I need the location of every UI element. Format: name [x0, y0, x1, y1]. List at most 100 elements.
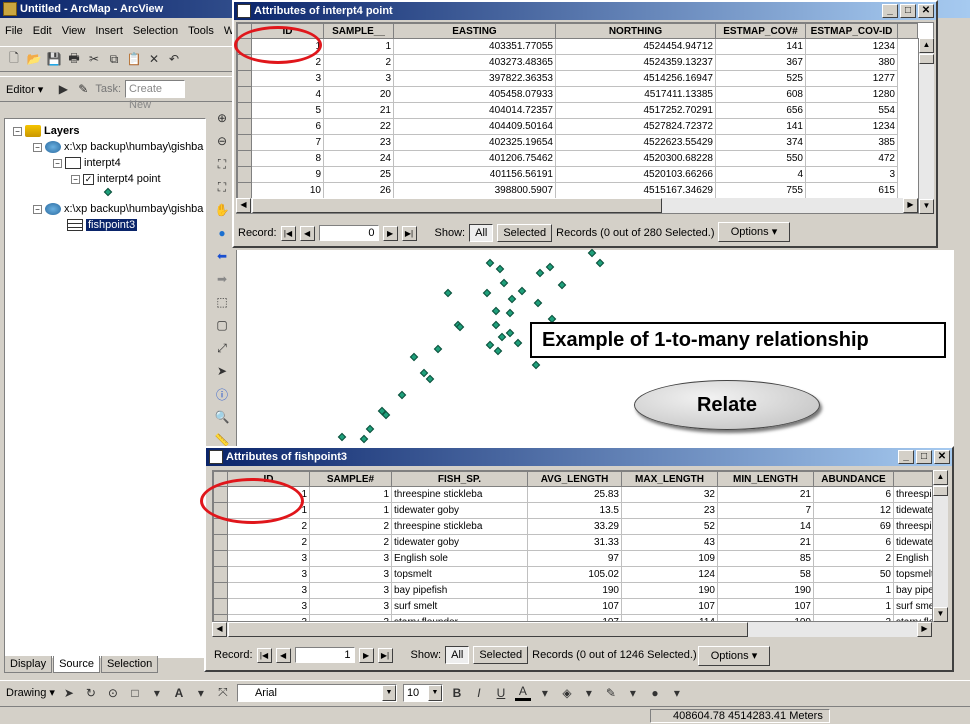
table-cell[interactable]: 1277 — [805, 70, 898, 87]
row-selector[interactable] — [237, 150, 252, 167]
table-cell[interactable]: 397822.36353 — [393, 70, 556, 87]
table-cell[interactable]: 3 — [309, 614, 392, 621]
table-cell[interactable]: 3 — [227, 598, 310, 615]
table-cell[interactable]: 656 — [715, 102, 806, 119]
dropdown-arrow-icon[interactable]: ▾ — [581, 685, 597, 701]
column-header[interactable]: ESTMAP_COV-ID — [805, 23, 898, 39]
scroll-thumb[interactable] — [228, 622, 748, 637]
full-extent-icon[interactable]: ● — [214, 225, 230, 241]
table-cell[interactable]: 141 — [715, 38, 806, 55]
collapse-icon[interactable]: − — [13, 126, 22, 136]
zoom-out-icon[interactable]: ⊖ — [214, 133, 230, 149]
bold-icon[interactable]: B — [449, 685, 465, 701]
editor-menu[interactable]: Editor ▾ — [6, 83, 51, 96]
menu-view[interactable]: View — [57, 22, 91, 42]
table-cell[interactable]: 2 — [309, 518, 392, 535]
record-number-input[interactable]: 0 — [318, 225, 379, 241]
row-selector[interactable] — [237, 134, 252, 151]
table-cell[interactable]: 23 — [323, 134, 394, 151]
row-selector[interactable] — [213, 598, 228, 615]
row-selector[interactable] — [213, 566, 228, 583]
table-cell[interactable]: 12 — [813, 502, 894, 519]
scroll-up-icon[interactable]: ▲ — [933, 470, 948, 485]
dropdown-arrow-icon[interactable]: ▼ — [427, 684, 442, 701]
table-row[interactable]: 1 1 tidewater goby 13.5 23 7 12 tidewater — [213, 502, 947, 519]
line-color-icon[interactable]: ✎ — [603, 685, 619, 701]
scroll-left-icon[interactable]: ◀ — [212, 622, 227, 637]
table-cell[interactable]: 107 — [527, 598, 622, 615]
column-header[interactable]: NORTHING — [555, 23, 716, 39]
table-cell[interactable]: 190 — [527, 582, 622, 599]
rotate-icon[interactable]: ↻ — [83, 685, 99, 701]
dropdown-arrow-icon[interactable]: ▾ — [149, 685, 165, 701]
table-cell[interactable]: 190 — [621, 582, 718, 599]
forward-extent-icon[interactable]: ➡ — [214, 271, 230, 287]
table-row[interactable]: 4 20 405458.07933 4517411.13385 608 1280 — [237, 86, 918, 103]
table-cell[interactable]: 3 — [227, 582, 310, 599]
dropdown-arrow-icon[interactable]: ▾ — [537, 685, 553, 701]
toc-interpt4-point-row[interactable]: − ✓ interpt4 point — [71, 173, 161, 185]
text-tool-icon[interactable]: A — [171, 685, 187, 701]
table-cell[interactable]: 2 — [309, 534, 392, 551]
table-cell[interactable]: 107 — [717, 598, 814, 615]
table-cell[interactable]: 401156.56191 — [393, 166, 556, 183]
table-cell[interactable]: 21 — [323, 102, 394, 119]
next-record-icon[interactable]: ▶ — [358, 647, 374, 663]
table-cell[interactable]: 1 — [813, 582, 894, 599]
column-header[interactable]: AVG_LENGTH — [527, 471, 622, 487]
table-cell[interactable]: 22 — [323, 118, 394, 135]
menu-insert[interactable]: Insert — [90, 22, 128, 42]
table-cell[interactable]: 4515167.34629 — [555, 182, 716, 199]
menu-edit[interactable]: Edit — [28, 22, 57, 42]
pointer-icon[interactable]: ➤ — [214, 363, 230, 379]
show-selected-button[interactable]: Selected — [497, 224, 553, 242]
table-cell[interactable]: 50 — [813, 566, 894, 583]
edit-vertices-icon[interactable]: ⤧ — [215, 685, 231, 701]
menu-tools[interactable]: Tools — [183, 22, 219, 42]
last-record-icon[interactable]: ▶| — [377, 647, 393, 663]
table-cell[interactable]: 1234 — [805, 38, 898, 55]
table-cell[interactable]: 107 — [527, 614, 622, 621]
maximize-button[interactable]: □ — [900, 4, 916, 18]
row-selector[interactable] — [237, 166, 252, 183]
toc-fishpoint3-row[interactable]: fishpoint3 — [67, 219, 138, 231]
record-number-input[interactable]: 1 — [294, 647, 355, 663]
table-cell[interactable]: 2 — [323, 54, 394, 71]
table-cell[interactable]: 52 — [621, 518, 718, 535]
options-button[interactable]: Options ▾ — [698, 646, 770, 666]
scroll-down-icon[interactable]: ▼ — [933, 607, 948, 622]
collapse-icon[interactable]: − — [33, 142, 42, 152]
paste-icon[interactable]: 📋 — [126, 51, 142, 67]
show-all-button[interactable]: All — [445, 646, 470, 664]
sketch-tool-icon[interactable]: ✎ — [75, 81, 91, 97]
table-cell[interactable]: 97 — [527, 550, 622, 567]
save-icon[interactable]: 💾 — [46, 51, 62, 67]
table-cell[interactable]: tidewater goby — [391, 534, 528, 551]
minimize-button[interactable]: _ — [898, 450, 914, 464]
table-cell[interactable]: English sole — [391, 550, 528, 567]
table-cell[interactable]: 3 — [227, 614, 310, 621]
row-selector[interactable] — [237, 86, 252, 103]
table-cell[interactable]: 405458.07933 — [393, 86, 556, 103]
table-cell[interactable]: 374 — [715, 134, 806, 151]
toc-group1-row[interactable]: − x:\xp backup\humbay\gishba — [33, 141, 203, 153]
table-cell[interactable]: 24 — [323, 150, 394, 167]
maximize-button[interactable]: □ — [916, 450, 932, 464]
first-record-icon[interactable]: |◀ — [280, 225, 296, 241]
table-cell[interactable]: 4 — [715, 166, 806, 183]
table-cell[interactable]: 33.29 — [527, 518, 622, 535]
table-cell[interactable]: 404409.50164 — [393, 118, 556, 135]
cut-icon[interactable]: ✂ — [86, 51, 102, 67]
column-header[interactable]: EASTING — [393, 23, 556, 39]
table-row[interactable]: 10 26 398800.5907 4515167.34629 755 615 — [237, 182, 918, 199]
table-cell[interactable]: threespine stickleba — [391, 486, 528, 503]
table-cell[interactable]: 3 — [309, 566, 392, 583]
interpt4-vertical-scrollbar[interactable]: ▲ ▼ — [918, 38, 934, 214]
open-folder-icon[interactable]: 📂 — [26, 51, 42, 67]
table-row[interactable]: 3 3 surf smelt 107 107 107 1 surf smelt — [213, 598, 947, 615]
table-cell[interactable]: 403351.77055 — [393, 38, 556, 55]
table-cell[interactable]: 69 — [813, 518, 894, 535]
row-selector[interactable] — [213, 614, 228, 621]
table-cell[interactable]: 4520300.68228 — [555, 150, 716, 167]
fixed-zoom-in-icon[interactable]: ⛶ — [214, 156, 230, 172]
